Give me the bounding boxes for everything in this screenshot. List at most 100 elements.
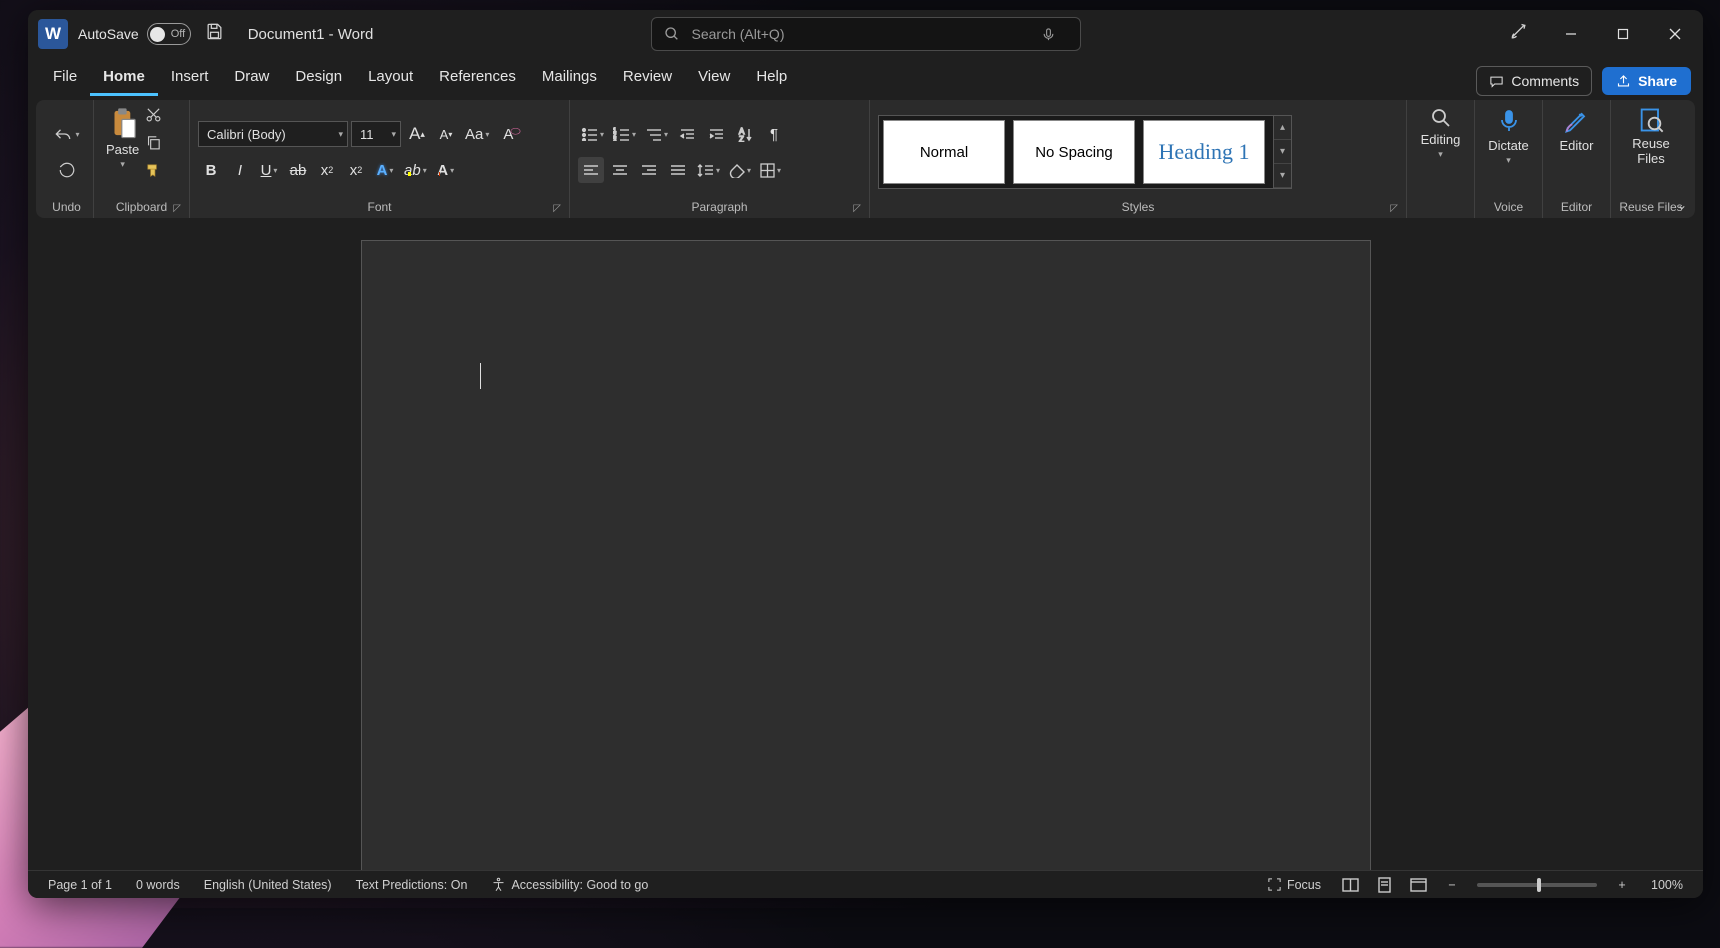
autosave-toggle[interactable]: Off — [147, 23, 191, 45]
editor-label: Editor — [1560, 138, 1594, 153]
superscript-button[interactable]: x2 — [343, 157, 369, 183]
numbering-button[interactable]: 123▾ — [610, 121, 639, 147]
strikethrough-button[interactable]: ab — [285, 157, 311, 183]
tab-review[interactable]: Review — [610, 60, 685, 96]
styles-launcher-icon[interactable]: ◸ — [1390, 203, 1398, 214]
zoom-thumb[interactable] — [1537, 878, 1541, 892]
text-effects-button[interactable]: A▾ — [372, 157, 398, 183]
dictate-button[interactable]: Dictate ▾ — [1484, 104, 1532, 168]
italic-button[interactable]: I — [227, 157, 253, 183]
coming-soon-icon[interactable] — [1493, 22, 1545, 47]
print-layout-button[interactable] — [1367, 873, 1401, 897]
line-spacing-button[interactable]: ▾ — [694, 157, 723, 183]
font-size-combo[interactable]: 11▾ — [351, 121, 401, 147]
editor-button[interactable]: Editor — [1556, 104, 1598, 155]
borders-button[interactable]: ▾ — [757, 157, 784, 183]
style-no-spacing[interactable]: No Spacing — [1013, 120, 1135, 184]
shrink-font-button[interactable]: A▾ — [433, 121, 459, 147]
change-case-button[interactable]: Aa▾ — [462, 121, 492, 147]
font-launcher-icon[interactable]: ◸ — [553, 203, 561, 214]
document-title: Document1 - Word — [248, 26, 374, 43]
comments-label: Comments — [1511, 73, 1579, 89]
editor-group-label: Editor — [1551, 200, 1602, 216]
font-name-combo[interactable]: Calibri (Body)▾ — [198, 121, 348, 147]
search-box[interactable]: Search (Alt+Q) — [651, 17, 1081, 51]
paragraph-group-label: Paragraph◸ — [578, 200, 861, 216]
word-count[interactable]: 0 words — [124, 878, 192, 892]
share-icon — [1616, 74, 1631, 89]
close-button[interactable] — [1649, 14, 1701, 54]
zoom-slider[interactable] — [1477, 883, 1597, 887]
collapse-ribbon-button[interactable]: ⌄ — [1677, 198, 1687, 212]
comments-button[interactable]: Comments — [1476, 66, 1592, 96]
font-color-button[interactable]: A▾ — [433, 157, 459, 183]
tab-layout[interactable]: Layout — [355, 60, 426, 96]
bold-button[interactable]: B — [198, 157, 224, 183]
text-predictions-indicator[interactable]: Text Predictions: On — [344, 878, 480, 892]
clear-formatting-button[interactable]: A⬭ — [495, 121, 521, 147]
document-canvas[interactable] — [28, 218, 1703, 870]
maximize-button[interactable] — [1597, 14, 1649, 54]
tab-design[interactable]: Design — [282, 60, 355, 96]
show-marks-button[interactable]: ¶ — [761, 121, 787, 147]
document-page[interactable] — [361, 240, 1371, 870]
comment-icon — [1489, 74, 1504, 89]
ribbon-tabs: File Home Insert Draw Design Layout Refe… — [28, 58, 1703, 96]
decrease-indent-button[interactable] — [674, 121, 700, 147]
language-indicator[interactable]: English (United States) — [192, 878, 344, 892]
align-right-button[interactable] — [636, 157, 662, 183]
tab-help[interactable]: Help — [743, 60, 800, 96]
accessibility-indicator[interactable]: Accessibility: Good to go — [479, 877, 660, 892]
clipboard-group-label: Clipboard◸ — [102, 200, 181, 216]
underline-button[interactable]: U▾ — [256, 157, 282, 183]
svg-text:3: 3 — [613, 138, 617, 141]
format-painter-button[interactable] — [145, 162, 162, 184]
tab-mailings[interactable]: Mailings — [529, 60, 610, 96]
minimize-button[interactable] — [1545, 14, 1597, 54]
clipboard-launcher-icon[interactable]: ◸ — [173, 203, 181, 214]
style-heading-1[interactable]: Heading 1 — [1143, 120, 1265, 184]
save-icon[interactable] — [205, 22, 224, 47]
zoom-out-button[interactable]: − — [1435, 873, 1469, 897]
tab-view[interactable]: View — [685, 60, 743, 96]
zoom-in-button[interactable]: + — [1605, 873, 1639, 897]
undo-button[interactable]: ▾ — [50, 121, 82, 147]
copy-button[interactable] — [145, 134, 162, 156]
share-button[interactable]: Share — [1602, 67, 1691, 95]
focus-icon — [1267, 877, 1282, 892]
styles-scroll-up[interactable]: ▴ — [1274, 116, 1291, 140]
tab-file[interactable]: File — [40, 60, 90, 96]
reuse-files-button[interactable]: Reuse Files — [1628, 104, 1674, 168]
increase-indent-button[interactable] — [703, 121, 729, 147]
autosave-label: AutoSave — [78, 26, 139, 42]
shading-button[interactable]: ▾ — [726, 157, 754, 183]
focus-mode-button[interactable]: Focus — [1255, 877, 1333, 892]
grow-font-button[interactable]: A▴ — [404, 121, 430, 147]
cut-button[interactable] — [145, 106, 162, 128]
redo-button[interactable] — [54, 157, 80, 183]
microphone-icon[interactable] — [1041, 27, 1056, 42]
page-indicator[interactable]: Page 1 of 1 — [36, 878, 124, 892]
style-normal[interactable]: Normal — [883, 120, 1005, 184]
sort-button[interactable]: AZ — [732, 121, 758, 147]
subscript-button[interactable]: x2 — [314, 157, 340, 183]
align-center-button[interactable] — [607, 157, 633, 183]
autosave-state: Off — [171, 28, 185, 40]
multilevel-list-button[interactable]: ▾ — [642, 121, 671, 147]
tab-draw[interactable]: Draw — [221, 60, 282, 96]
tab-insert[interactable]: Insert — [158, 60, 222, 96]
read-mode-button[interactable] — [1333, 873, 1367, 897]
editing-button[interactable]: Editing ▾ — [1417, 104, 1465, 162]
justify-button[interactable] — [665, 157, 691, 183]
zoom-level[interactable]: 100% — [1639, 878, 1695, 892]
bullets-button[interactable]: ▾ — [578, 121, 607, 147]
web-layout-button[interactable] — [1401, 873, 1435, 897]
tab-references[interactable]: References — [426, 60, 529, 96]
highlight-button[interactable]: ab▾ — [401, 157, 430, 183]
tab-home[interactable]: Home — [90, 60, 158, 96]
paste-button[interactable]: Paste ▾ — [102, 104, 143, 172]
styles-expand[interactable]: ▾ — [1274, 164, 1291, 188]
align-left-button[interactable] — [578, 157, 604, 183]
styles-scroll-down[interactable]: ▾ — [1274, 140, 1291, 164]
paragraph-launcher-icon[interactable]: ◸ — [853, 203, 861, 214]
